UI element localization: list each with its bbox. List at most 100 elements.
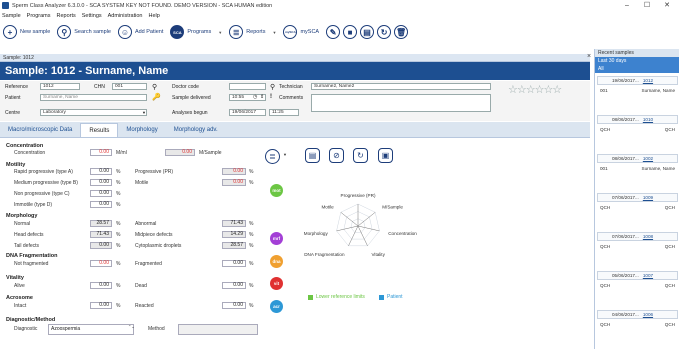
mysca-button[interactable]: mySCA (300, 29, 319, 35)
delete-icon[interactable]: 🗑 (394, 25, 409, 39)
sca-logo-icon[interactable]: SCA (170, 25, 185, 39)
document-icon[interactable]: ▤ (305, 148, 320, 163)
recent-sample-date[interactable]: 05/06/2017... 1007 (597, 271, 678, 280)
patient-input[interactable]: Surname, Name (40, 94, 147, 101)
method-input[interactable] (178, 324, 258, 335)
dna-value[interactable]: 0.00 (90, 260, 112, 267)
recent-sample-date[interactable]: 04/06/2017... 1006 (597, 310, 678, 319)
chn-input[interactable]: 001 (112, 83, 147, 90)
recent-sample-item[interactable]: 05/06/2017... 1007 QCH QCH (597, 271, 678, 292)
section-motility: Motility (6, 162, 26, 168)
recent-sample-date[interactable]: 19/06/2017... 1012 (597, 76, 678, 85)
recent-sample-date[interactable]: 07/06/2017... 1009 (597, 193, 678, 202)
attach-icon[interactable]: ⊘ (329, 148, 344, 163)
recent-sample-date[interactable]: 08/06/2017... 1010 (597, 115, 678, 124)
plus-icon[interactable]: + (3, 25, 17, 39)
tab-macro[interactable]: Macro/microscopic Data (0, 123, 80, 137)
vitality-value[interactable]: 0.00 (90, 282, 112, 289)
image-icon[interactable]: ▣ (378, 148, 393, 163)
pencil-icon[interactable]: ✎ (326, 25, 341, 39)
recent-sample-item[interactable]: 19/06/2017... 1012 001 Surname, Name (597, 76, 678, 97)
morphology-module-icon[interactable]: mrf (270, 232, 283, 245)
key-icon[interactable]: 🔑 (152, 93, 161, 101)
add-patient-button[interactable]: Add Patient (135, 29, 163, 35)
recent-sample-link[interactable]: 1008 (643, 234, 653, 239)
recent-sample-link[interactable]: 1010 (643, 117, 653, 122)
menu-settings[interactable]: Settings (82, 13, 102, 19)
search-icon[interactable]: ⚲ (152, 83, 157, 91)
menu-reports[interactable]: Reports (57, 13, 76, 19)
dna-module-icon[interactable]: dna (270, 255, 283, 268)
recent-sample-link[interactable]: 1012 (643, 78, 653, 83)
centre-select[interactable]: Laboratory (40, 109, 147, 116)
programs-button[interactable]: Programs (187, 29, 211, 35)
menu-administration[interactable]: Administration (108, 13, 143, 19)
reports-button[interactable]: Reports (246, 29, 265, 35)
recent-sample-date[interactable]: 07/06/2017... 1008 (597, 232, 678, 241)
chevron-down-icon[interactable]: ▼ (272, 30, 276, 35)
menu-sample[interactable]: Sample (2, 13, 21, 19)
menu-help[interactable]: Help (149, 13, 160, 19)
acrosome-value[interactable]: 0.00 (90, 302, 112, 309)
search-sample-button[interactable]: Search sample (74, 29, 111, 35)
motility-row-value[interactable]: 0.00 (90, 168, 112, 175)
mysca-icon[interactable]: mySCA (283, 25, 298, 39)
vitality-module-icon[interactable]: vit (270, 277, 283, 290)
refresh-icon[interactable]: ↻ (353, 148, 368, 163)
recent-sample-link[interactable]: 1009 (643, 195, 653, 200)
report-icon[interactable]: ≣ (229, 25, 244, 39)
chevron-down-icon[interactable]: ▼ (283, 152, 287, 157)
spinner-icon[interactable]: ⇕ (260, 94, 264, 100)
chevron-down-icon[interactable]: ▼ (218, 30, 222, 35)
document-tab[interactable]: Sample: 1012 (0, 54, 590, 62)
analyses-date-input[interactable]: 19/06/2017 (229, 109, 266, 116)
motility-row-value[interactable]: 0.00 (90, 179, 112, 186)
stop-icon[interactable]: ■ (343, 25, 358, 39)
person-icon[interactable]: ☺ (117, 25, 132, 39)
recent-sample-item[interactable]: 04/06/2017... 1006 QCH QCH (597, 310, 678, 331)
recent-all-filter[interactable]: All (595, 65, 679, 73)
maximize-button[interactable]: ☐ (637, 0, 657, 11)
vitality-dead-value[interactable]: 0.00 (222, 282, 246, 289)
comments-input[interactable] (311, 94, 491, 112)
tab-results[interactable]: Results (80, 123, 119, 137)
close-button[interactable]: ✕ (657, 0, 677, 11)
acrosome-reacted-value[interactable]: 0.00 (222, 302, 246, 309)
save-icon[interactable]: ▤ (360, 25, 375, 39)
recent-sample-item[interactable]: 07/06/2017... 1008 QCH QCH (597, 232, 678, 253)
motility-module-icon[interactable]: mot (270, 184, 283, 197)
search-icon[interactable]: ⚲ (270, 83, 275, 91)
analyses-time-input[interactable]: 11:25 (269, 109, 299, 116)
recent-sample-item[interactable]: 08/06/2017... 1010 QCH QCH (597, 115, 678, 136)
diagnostic-select[interactable]: Azoospermia (48, 324, 134, 335)
reference-input[interactable]: 1012 (40, 83, 80, 90)
recent-sample-date[interactable]: 08/06/2017... 1002 (597, 154, 678, 163)
clock-icon[interactable]: ◷ (253, 94, 257, 100)
close-tab-icon[interactable]: × (587, 53, 591, 60)
recent-sample-item[interactable]: 07/06/2017... 1009 QCH QCH (597, 193, 678, 214)
dna-fragmented-value[interactable]: 0.00 (222, 260, 246, 267)
new-sample-button[interactable]: New sample (20, 29, 50, 35)
minimize-button[interactable]: – (617, 0, 637, 11)
recent-sample-item[interactable]: 08/06/2017... 1002 001 Surname, Name (597, 154, 678, 175)
recent-range-filter[interactable]: Last 30 days (595, 57, 679, 65)
chevron-down-icon[interactable]: ▼ (142, 110, 146, 115)
rating-stars[interactable]: ☆☆☆☆☆☆ (508, 83, 562, 96)
technician-input[interactable]: Surname2, Name2 (311, 83, 491, 90)
motility-row-value[interactable]: 0.00 (90, 190, 112, 197)
refresh-icon[interactable]: ↻ (377, 25, 392, 39)
motility-row-value[interactable]: 0.00 (90, 201, 112, 208)
concentration-value[interactable]: 0.00 (90, 149, 112, 156)
tab-morphology-adv[interactable]: Morphology adv. (166, 123, 226, 137)
acrosome-module-icon[interactable]: acr (270, 300, 283, 313)
chevron-updown-icon[interactable]: ⌃⌄ (128, 324, 135, 329)
menu-programs[interactable]: Programs (27, 13, 51, 19)
morphology-row-value: 28.57 (90, 220, 112, 227)
recent-sample-link[interactable]: 1007 (643, 273, 653, 278)
doctor-input[interactable] (229, 83, 266, 90)
search-icon[interactable]: ⚲ (57, 25, 72, 39)
recent-sample-link[interactable]: 1002 (643, 156, 653, 161)
report-list-icon[interactable]: ≣ (265, 149, 280, 164)
tab-morphology[interactable]: Morphology (118, 123, 165, 137)
recent-sample-link[interactable]: 1006 (643, 312, 653, 317)
